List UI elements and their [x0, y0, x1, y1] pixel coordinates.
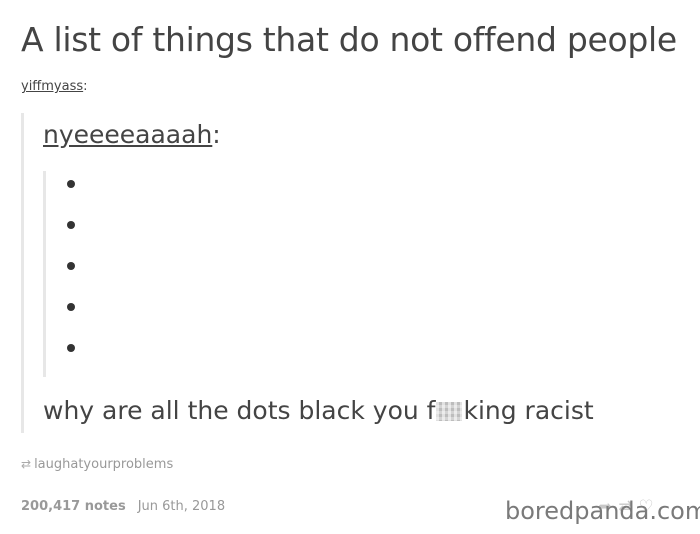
- bullet-dot: [67, 221, 75, 229]
- bullet-dot: [67, 303, 75, 311]
- reblog-bar-outer: [21, 113, 24, 433]
- source-label: laughatyourproblems: [34, 457, 174, 472]
- post-meta: 200,417 notes Jun 6th, 2018: [21, 499, 225, 514]
- quoted-user-link[interactable]: nyeeeeaaaah: [43, 120, 212, 149]
- reblogger: yiffmyass:: [21, 79, 88, 94]
- notes-count[interactable]: 200,417 notes: [21, 499, 126, 514]
- reply-text-start: why are all the dots black you f: [43, 396, 436, 425]
- reply-text-end: king racist: [463, 396, 594, 425]
- quoted-user: nyeeeeaaaah:: [43, 120, 221, 149]
- reblog-icon: ⇄: [21, 457, 32, 471]
- quoted-user-colon: :: [212, 120, 221, 149]
- watermark: boredpanda.com: [505, 497, 700, 525]
- post-title: A list of things that do not offend peop…: [21, 20, 677, 59]
- bullet-dot: [67, 262, 75, 270]
- post-date[interactable]: Jun 6th, 2018: [138, 499, 225, 514]
- reblogger-link[interactable]: yiffmyass: [21, 79, 83, 94]
- reblogger-colon: :: [83, 79, 88, 94]
- reply-text: why are all the dots black you f king rac…: [43, 396, 594, 425]
- reblog-bar-inner: [43, 171, 46, 377]
- censor-pixelation: [436, 402, 463, 421]
- bullet-dot: [67, 344, 75, 352]
- bullet-list: [67, 180, 75, 385]
- source-link[interactable]: ⇄ laughatyourproblems: [21, 457, 173, 472]
- bullet-dot: [67, 180, 75, 188]
